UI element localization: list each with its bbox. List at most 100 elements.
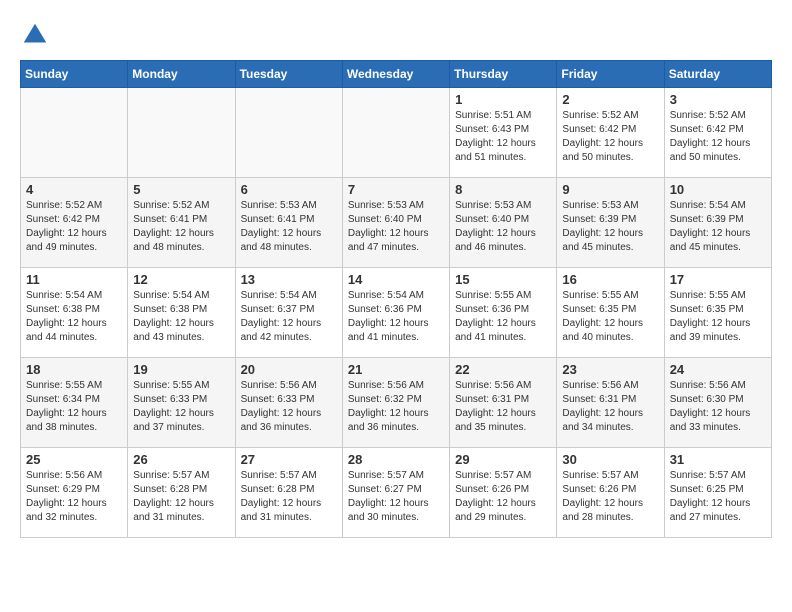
calendar-week-row: 4 Sunrise: 5:52 AM Sunset: 6:42 PM Daylig…	[21, 178, 772, 268]
calendar-cell: 17Sunrise: 5:55 AM Sunset: 6:35 PM Dayli…	[664, 268, 771, 358]
day-info: Sunrise: 5:56 AM Sunset: 6:31 PM Dayligh…	[562, 379, 658, 435]
day-info: Sunrise: 5:54 AM Sunset: 6:38 PM Dayligh…	[133, 289, 229, 345]
day-number: 29	[455, 452, 551, 467]
day-number: 4	[26, 182, 122, 197]
day-number: 12	[133, 272, 229, 287]
calendar-cell: 27Sunrise: 5:57 AM Sunset: 6:28 PM Dayli…	[235, 448, 342, 538]
calendar-week-row: 18Sunrise: 5:55 AM Sunset: 6:34 PM Dayli…	[21, 358, 772, 448]
day-info: Sunrise: 5:54 AM Sunset: 6:39 PM Dayligh…	[670, 199, 766, 255]
day-info: Sunrise: 5:56 AM Sunset: 6:32 PM Dayligh…	[348, 379, 444, 435]
calendar-cell: 1Sunrise: 5:51 AM Sunset: 6:43 PM Daylig…	[450, 88, 557, 178]
day-number: 1	[455, 92, 551, 107]
calendar-cell: 9 Sunrise: 5:53 AM Sunset: 6:39 PM Daylig…	[557, 178, 664, 268]
calendar-week-row: 25Sunrise: 5:56 AM Sunset: 6:29 PM Dayli…	[21, 448, 772, 538]
calendar-cell: 26 Sunrise: 5:57 AM Sunset: 6:28 PM Dayli…	[128, 448, 235, 538]
day-number: 16	[562, 272, 658, 287]
calendar-cell: 29 Sunrise: 5:57 AM Sunset: 6:26 PM Dayli…	[450, 448, 557, 538]
day-number: 27	[241, 452, 337, 467]
day-info: Sunrise: 5:57 AM Sunset: 6:26 PM Dayligh…	[562, 469, 658, 525]
calendar-day-header: Friday	[557, 61, 664, 88]
day-info: Sunrise: 5:52 AM Sunset: 6:42 PM Dayligh…	[26, 199, 122, 255]
calendar-cell: 2 Sunrise: 5:52 AM Sunset: 6:42 PM Daylig…	[557, 88, 664, 178]
calendar-cell: 18Sunrise: 5:55 AM Sunset: 6:34 PM Dayli…	[21, 358, 128, 448]
calendar-cell: 22 Sunrise: 5:56 AM Sunset: 6:31 PM Dayli…	[450, 358, 557, 448]
day-number: 15	[455, 272, 551, 287]
day-number: 6	[241, 182, 337, 197]
day-number: 10	[670, 182, 766, 197]
day-info: Sunrise: 5:55 AM Sunset: 6:34 PM Dayligh…	[26, 379, 122, 435]
calendar-cell: 3 Sunrise: 5:52 AM Sunset: 6:42 PM Daylig…	[664, 88, 771, 178]
day-number: 19	[133, 362, 229, 377]
day-number: 14	[348, 272, 444, 287]
day-info: Sunrise: 5:53 AM Sunset: 6:41 PM Dayligh…	[241, 199, 337, 255]
calendar-cell: 8 Sunrise: 5:53 AM Sunset: 6:40 PM Daylig…	[450, 178, 557, 268]
calendar-cell	[342, 88, 449, 178]
day-number: 31	[670, 452, 766, 467]
day-info: Sunrise: 5:54 AM Sunset: 6:38 PM Dayligh…	[26, 289, 122, 345]
day-number: 9	[562, 182, 658, 197]
day-number: 26	[133, 452, 229, 467]
day-info: Sunrise: 5:56 AM Sunset: 6:30 PM Dayligh…	[670, 379, 766, 435]
day-number: 30	[562, 452, 658, 467]
calendar-cell: 21 Sunrise: 5:56 AM Sunset: 6:32 PM Dayli…	[342, 358, 449, 448]
calendar-cell: 14 Sunrise: 5:54 AM Sunset: 6:36 PM Dayli…	[342, 268, 449, 358]
day-info: Sunrise: 5:57 AM Sunset: 6:28 PM Dayligh…	[133, 469, 229, 525]
day-number: 8	[455, 182, 551, 197]
day-info: Sunrise: 5:55 AM Sunset: 6:33 PM Dayligh…	[133, 379, 229, 435]
day-info: Sunrise: 5:52 AM Sunset: 6:42 PM Dayligh…	[670, 109, 766, 165]
day-number: 5	[133, 182, 229, 197]
calendar-cell: 13Sunrise: 5:54 AM Sunset: 6:37 PM Dayli…	[235, 268, 342, 358]
calendar-day-header: Thursday	[450, 61, 557, 88]
calendar-cell	[21, 88, 128, 178]
day-info: Sunrise: 5:54 AM Sunset: 6:36 PM Dayligh…	[348, 289, 444, 345]
calendar-cell: 20Sunrise: 5:56 AM Sunset: 6:33 PM Dayli…	[235, 358, 342, 448]
calendar-week-row: 1Sunrise: 5:51 AM Sunset: 6:43 PM Daylig…	[21, 88, 772, 178]
day-number: 28	[348, 452, 444, 467]
day-number: 2	[562, 92, 658, 107]
day-number: 21	[348, 362, 444, 377]
day-info: Sunrise: 5:53 AM Sunset: 6:40 PM Dayligh…	[348, 199, 444, 255]
calendar-cell: 30 Sunrise: 5:57 AM Sunset: 6:26 PM Dayli…	[557, 448, 664, 538]
calendar-cell: 31 Sunrise: 5:57 AM Sunset: 6:25 PM Dayli…	[664, 448, 771, 538]
page-header	[20, 20, 772, 50]
calendar-cell: 28 Sunrise: 5:57 AM Sunset: 6:27 PM Dayli…	[342, 448, 449, 538]
calendar-week-row: 11 Sunrise: 5:54 AM Sunset: 6:38 PM Dayli…	[21, 268, 772, 358]
calendar-cell: 15 Sunrise: 5:55 AM Sunset: 6:36 PM Dayli…	[450, 268, 557, 358]
calendar-cell: 12 Sunrise: 5:54 AM Sunset: 6:38 PM Dayli…	[128, 268, 235, 358]
calendar-day-header: Sunday	[21, 61, 128, 88]
calendar-cell: 24Sunrise: 5:56 AM Sunset: 6:30 PM Dayli…	[664, 358, 771, 448]
day-number: 17	[670, 272, 766, 287]
day-info: Sunrise: 5:57 AM Sunset: 6:27 PM Dayligh…	[348, 469, 444, 525]
day-info: Sunrise: 5:57 AM Sunset: 6:25 PM Dayligh…	[670, 469, 766, 525]
calendar-day-header: Saturday	[664, 61, 771, 88]
day-info: Sunrise: 5:52 AM Sunset: 6:42 PM Dayligh…	[562, 109, 658, 165]
day-info: Sunrise: 5:55 AM Sunset: 6:36 PM Dayligh…	[455, 289, 551, 345]
calendar-cell	[235, 88, 342, 178]
day-info: Sunrise: 5:52 AM Sunset: 6:41 PM Dayligh…	[133, 199, 229, 255]
day-number: 3	[670, 92, 766, 107]
calendar-cell: 6 Sunrise: 5:53 AM Sunset: 6:41 PM Daylig…	[235, 178, 342, 268]
day-info: Sunrise: 5:56 AM Sunset: 6:31 PM Dayligh…	[455, 379, 551, 435]
day-number: 22	[455, 362, 551, 377]
calendar-day-header: Tuesday	[235, 61, 342, 88]
day-info: Sunrise: 5:53 AM Sunset: 6:40 PM Dayligh…	[455, 199, 551, 255]
calendar-day-header: Wednesday	[342, 61, 449, 88]
day-number: 23	[562, 362, 658, 377]
day-info: Sunrise: 5:56 AM Sunset: 6:33 PM Dayligh…	[241, 379, 337, 435]
day-number: 7	[348, 182, 444, 197]
calendar-cell: 25Sunrise: 5:56 AM Sunset: 6:29 PM Dayli…	[21, 448, 128, 538]
day-info: Sunrise: 5:53 AM Sunset: 6:39 PM Dayligh…	[562, 199, 658, 255]
calendar-cell: 4 Sunrise: 5:52 AM Sunset: 6:42 PM Daylig…	[21, 178, 128, 268]
calendar-cell: 5 Sunrise: 5:52 AM Sunset: 6:41 PM Daylig…	[128, 178, 235, 268]
day-number: 11	[26, 272, 122, 287]
day-info: Sunrise: 5:57 AM Sunset: 6:26 PM Dayligh…	[455, 469, 551, 525]
calendar-cell: 16Sunrise: 5:55 AM Sunset: 6:35 PM Dayli…	[557, 268, 664, 358]
calendar-cell: 10 Sunrise: 5:54 AM Sunset: 6:39 PM Dayli…	[664, 178, 771, 268]
day-info: Sunrise: 5:54 AM Sunset: 6:37 PM Dayligh…	[241, 289, 337, 345]
calendar-cell: 19 Sunrise: 5:55 AM Sunset: 6:33 PM Dayli…	[128, 358, 235, 448]
logo-icon	[20, 20, 50, 50]
calendar-day-header: Monday	[128, 61, 235, 88]
calendar-cell: 11 Sunrise: 5:54 AM Sunset: 6:38 PM Dayli…	[21, 268, 128, 358]
calendar-table: SundayMondayTuesdayWednesdayThursdayFrid…	[20, 60, 772, 538]
calendar-cell: 23 Sunrise: 5:56 AM Sunset: 6:31 PM Dayli…	[557, 358, 664, 448]
